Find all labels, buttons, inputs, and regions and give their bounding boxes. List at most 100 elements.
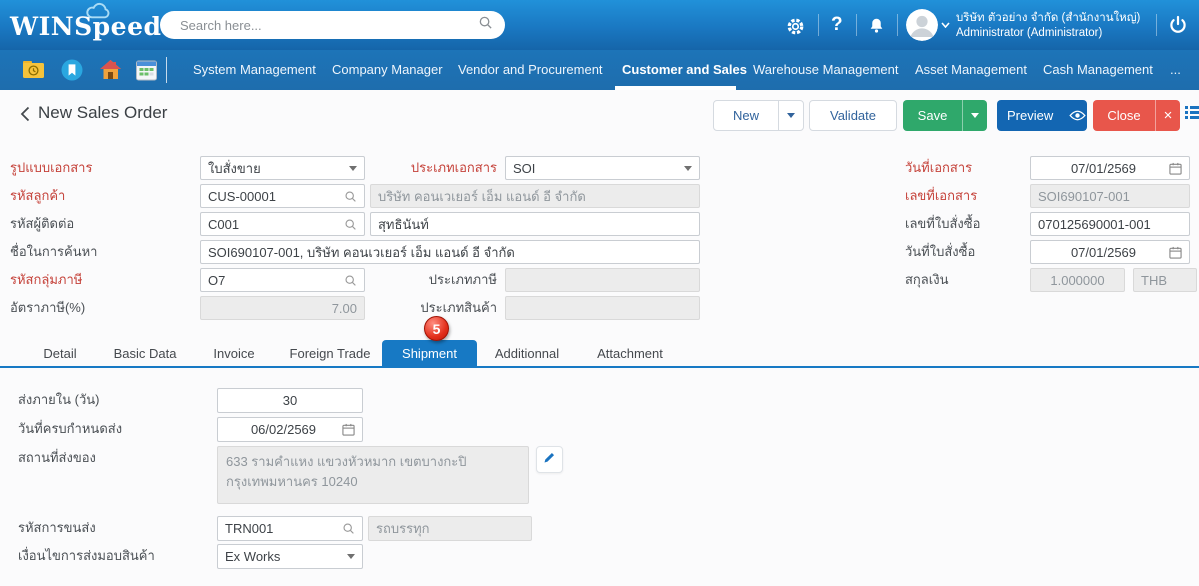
topbar-separator xyxy=(856,14,857,36)
global-search[interactable] xyxy=(160,11,505,39)
nav-warehouse-management[interactable]: Warehouse Management xyxy=(753,50,899,90)
deliver-within-input[interactable] xyxy=(217,388,363,413)
calendar-icon[interactable] xyxy=(1169,246,1182,259)
settings-gear-icon[interactable] xyxy=(786,17,805,36)
logout-power-icon[interactable] xyxy=(1168,15,1188,35)
calendar-icon[interactable] xyxy=(1169,162,1182,175)
pencil-icon xyxy=(543,451,556,469)
help-icon[interactable]: ? xyxy=(831,14,843,36)
ship-address-display: 633 รามคำแหง แขวงหัวหมาก เขตบางกะปิ กรุง… xyxy=(217,446,529,504)
tab-additionnal[interactable]: Additionnal xyxy=(477,340,577,368)
delivery-term-select[interactable]: Ex Works xyxy=(217,544,363,569)
currency-code-value: THB xyxy=(1141,273,1167,288)
transport-code-value[interactable] xyxy=(225,521,342,536)
search-name-value[interactable] xyxy=(208,245,692,260)
validate-button-label[interactable]: Validate xyxy=(810,101,896,130)
user-avatar[interactable] xyxy=(906,9,938,41)
nav-customer-and-sales[interactable]: Customer and Sales xyxy=(622,50,747,90)
contact-code-input[interactable] xyxy=(200,212,365,236)
tax-type-display xyxy=(505,268,700,292)
transport-code-label: รหัสการขนส่ง xyxy=(18,516,96,540)
nav-company-manager[interactable]: Company Manager xyxy=(332,50,443,90)
nav-cash-management[interactable]: Cash Management xyxy=(1043,50,1153,90)
calendar-app-icon[interactable] xyxy=(135,59,158,81)
delivery-term-label: เงื่อนไขการส่งมอบสินค้า xyxy=(18,544,155,568)
back-chevron-icon[interactable] xyxy=(20,106,30,127)
save-button[interactable]: Save xyxy=(903,100,987,131)
currency-code-display: THB xyxy=(1133,268,1197,292)
notifications-bell-icon[interactable] xyxy=(868,17,885,34)
tab-shipment[interactable]: Shipment xyxy=(382,340,477,368)
customer-code-input[interactable] xyxy=(200,184,365,208)
tax-group-value[interactable] xyxy=(208,273,344,288)
due-date-input[interactable] xyxy=(217,417,363,442)
doc-date-value[interactable] xyxy=(1038,161,1169,176)
contact-name-value[interactable] xyxy=(378,217,692,232)
po-date-value[interactable] xyxy=(1038,245,1169,260)
new-dropdown-caret-icon[interactable] xyxy=(778,101,803,130)
new-button-label[interactable]: New xyxy=(714,101,778,130)
tab-basic-data[interactable]: Basic Data xyxy=(100,340,190,368)
new-button[interactable]: New xyxy=(713,100,804,131)
validate-button[interactable]: Validate xyxy=(809,100,897,131)
search-input[interactable] xyxy=(178,17,478,34)
doc-type-value: SOI xyxy=(513,161,535,176)
doc-type-select[interactable]: SOI xyxy=(505,156,700,180)
contact-code-value[interactable] xyxy=(208,217,344,232)
po-no-input[interactable] xyxy=(1030,212,1190,236)
recent-folder-icon[interactable] xyxy=(22,59,45,81)
save-button-label[interactable]: Save xyxy=(903,100,962,131)
bookmark-icon[interactable] xyxy=(61,59,84,81)
save-dropdown-caret-icon[interactable] xyxy=(962,100,987,131)
deliver-within-value[interactable] xyxy=(225,393,355,408)
search-icon[interactable] xyxy=(478,15,493,35)
close-x-icon[interactable]: × xyxy=(1155,100,1180,131)
currency-rate-display: 1.000000 xyxy=(1030,268,1125,292)
tax-group-input[interactable] xyxy=(200,268,365,292)
search-icon[interactable] xyxy=(344,190,357,203)
module-nav-bar: System Management Company Manager Vendor… xyxy=(0,50,1199,90)
edit-address-button[interactable] xyxy=(536,446,563,473)
doc-no-display: SOI690107-001 xyxy=(1030,184,1190,208)
doc-date-input[interactable] xyxy=(1030,156,1190,180)
search-icon[interactable] xyxy=(342,522,355,535)
nav-system-management[interactable]: System Management xyxy=(193,50,316,90)
preview-button[interactable]: Preview xyxy=(997,100,1087,131)
tax-rate-display: 7.00 xyxy=(200,296,365,320)
customer-name-value: บริษัท คอนเวเยอร์ เอ็ม แอนด์ อี จำกัด xyxy=(378,186,586,207)
close-button-label[interactable]: Close xyxy=(1093,100,1155,131)
calendar-icon[interactable] xyxy=(342,423,355,436)
search-name-input[interactable] xyxy=(200,240,700,264)
po-no-value[interactable] xyxy=(1038,217,1182,232)
chevron-down-icon[interactable] xyxy=(347,554,355,559)
po-date-input[interactable] xyxy=(1030,240,1190,264)
chevron-down-icon[interactable] xyxy=(684,166,692,171)
nav-asset-management[interactable]: Asset Management xyxy=(915,50,1027,90)
due-date-value[interactable] xyxy=(225,422,342,437)
tab-detail[interactable]: Detail xyxy=(20,340,100,368)
user-chevron-down-icon[interactable] xyxy=(941,22,950,28)
step-badge: 5 xyxy=(424,316,449,341)
customer-code-label: รหัสลูกค้า xyxy=(10,184,65,208)
active-nav-indicator xyxy=(615,86,736,90)
transport-code-input[interactable] xyxy=(217,516,363,541)
customer-code-value[interactable] xyxy=(208,189,344,204)
preview-eye-icon[interactable] xyxy=(1063,100,1087,131)
home-icon[interactable] xyxy=(99,59,122,81)
tab-foreign-trade[interactable]: Foreign Trade xyxy=(278,340,382,368)
search-icon[interactable] xyxy=(344,274,357,287)
doc-format-select[interactable]: ใบสั่งขาย xyxy=(200,156,365,180)
nav-vendor-and-procurement[interactable]: Vendor and Procurement xyxy=(458,50,603,90)
tab-attachment[interactable]: Attachment xyxy=(577,340,683,368)
preview-button-label[interactable]: Preview xyxy=(997,100,1063,131)
doc-no-label: เลขที่เอกสาร xyxy=(905,184,977,208)
contact-name-input[interactable] xyxy=(370,212,700,236)
list-menu-icon[interactable] xyxy=(1185,106,1199,121)
tax-type-label: ประเภทภาษี xyxy=(360,268,497,292)
user-company-line: บริษัท ตัวอย่าง จำกัด (สำนักงานใหญ่) xyxy=(956,11,1140,25)
chevron-down-icon[interactable] xyxy=(349,166,357,171)
tab-invoice[interactable]: Invoice xyxy=(190,340,278,368)
close-button[interactable]: Close × xyxy=(1093,100,1180,131)
nav-more[interactable]: ... xyxy=(1170,50,1181,90)
search-icon[interactable] xyxy=(344,218,357,231)
